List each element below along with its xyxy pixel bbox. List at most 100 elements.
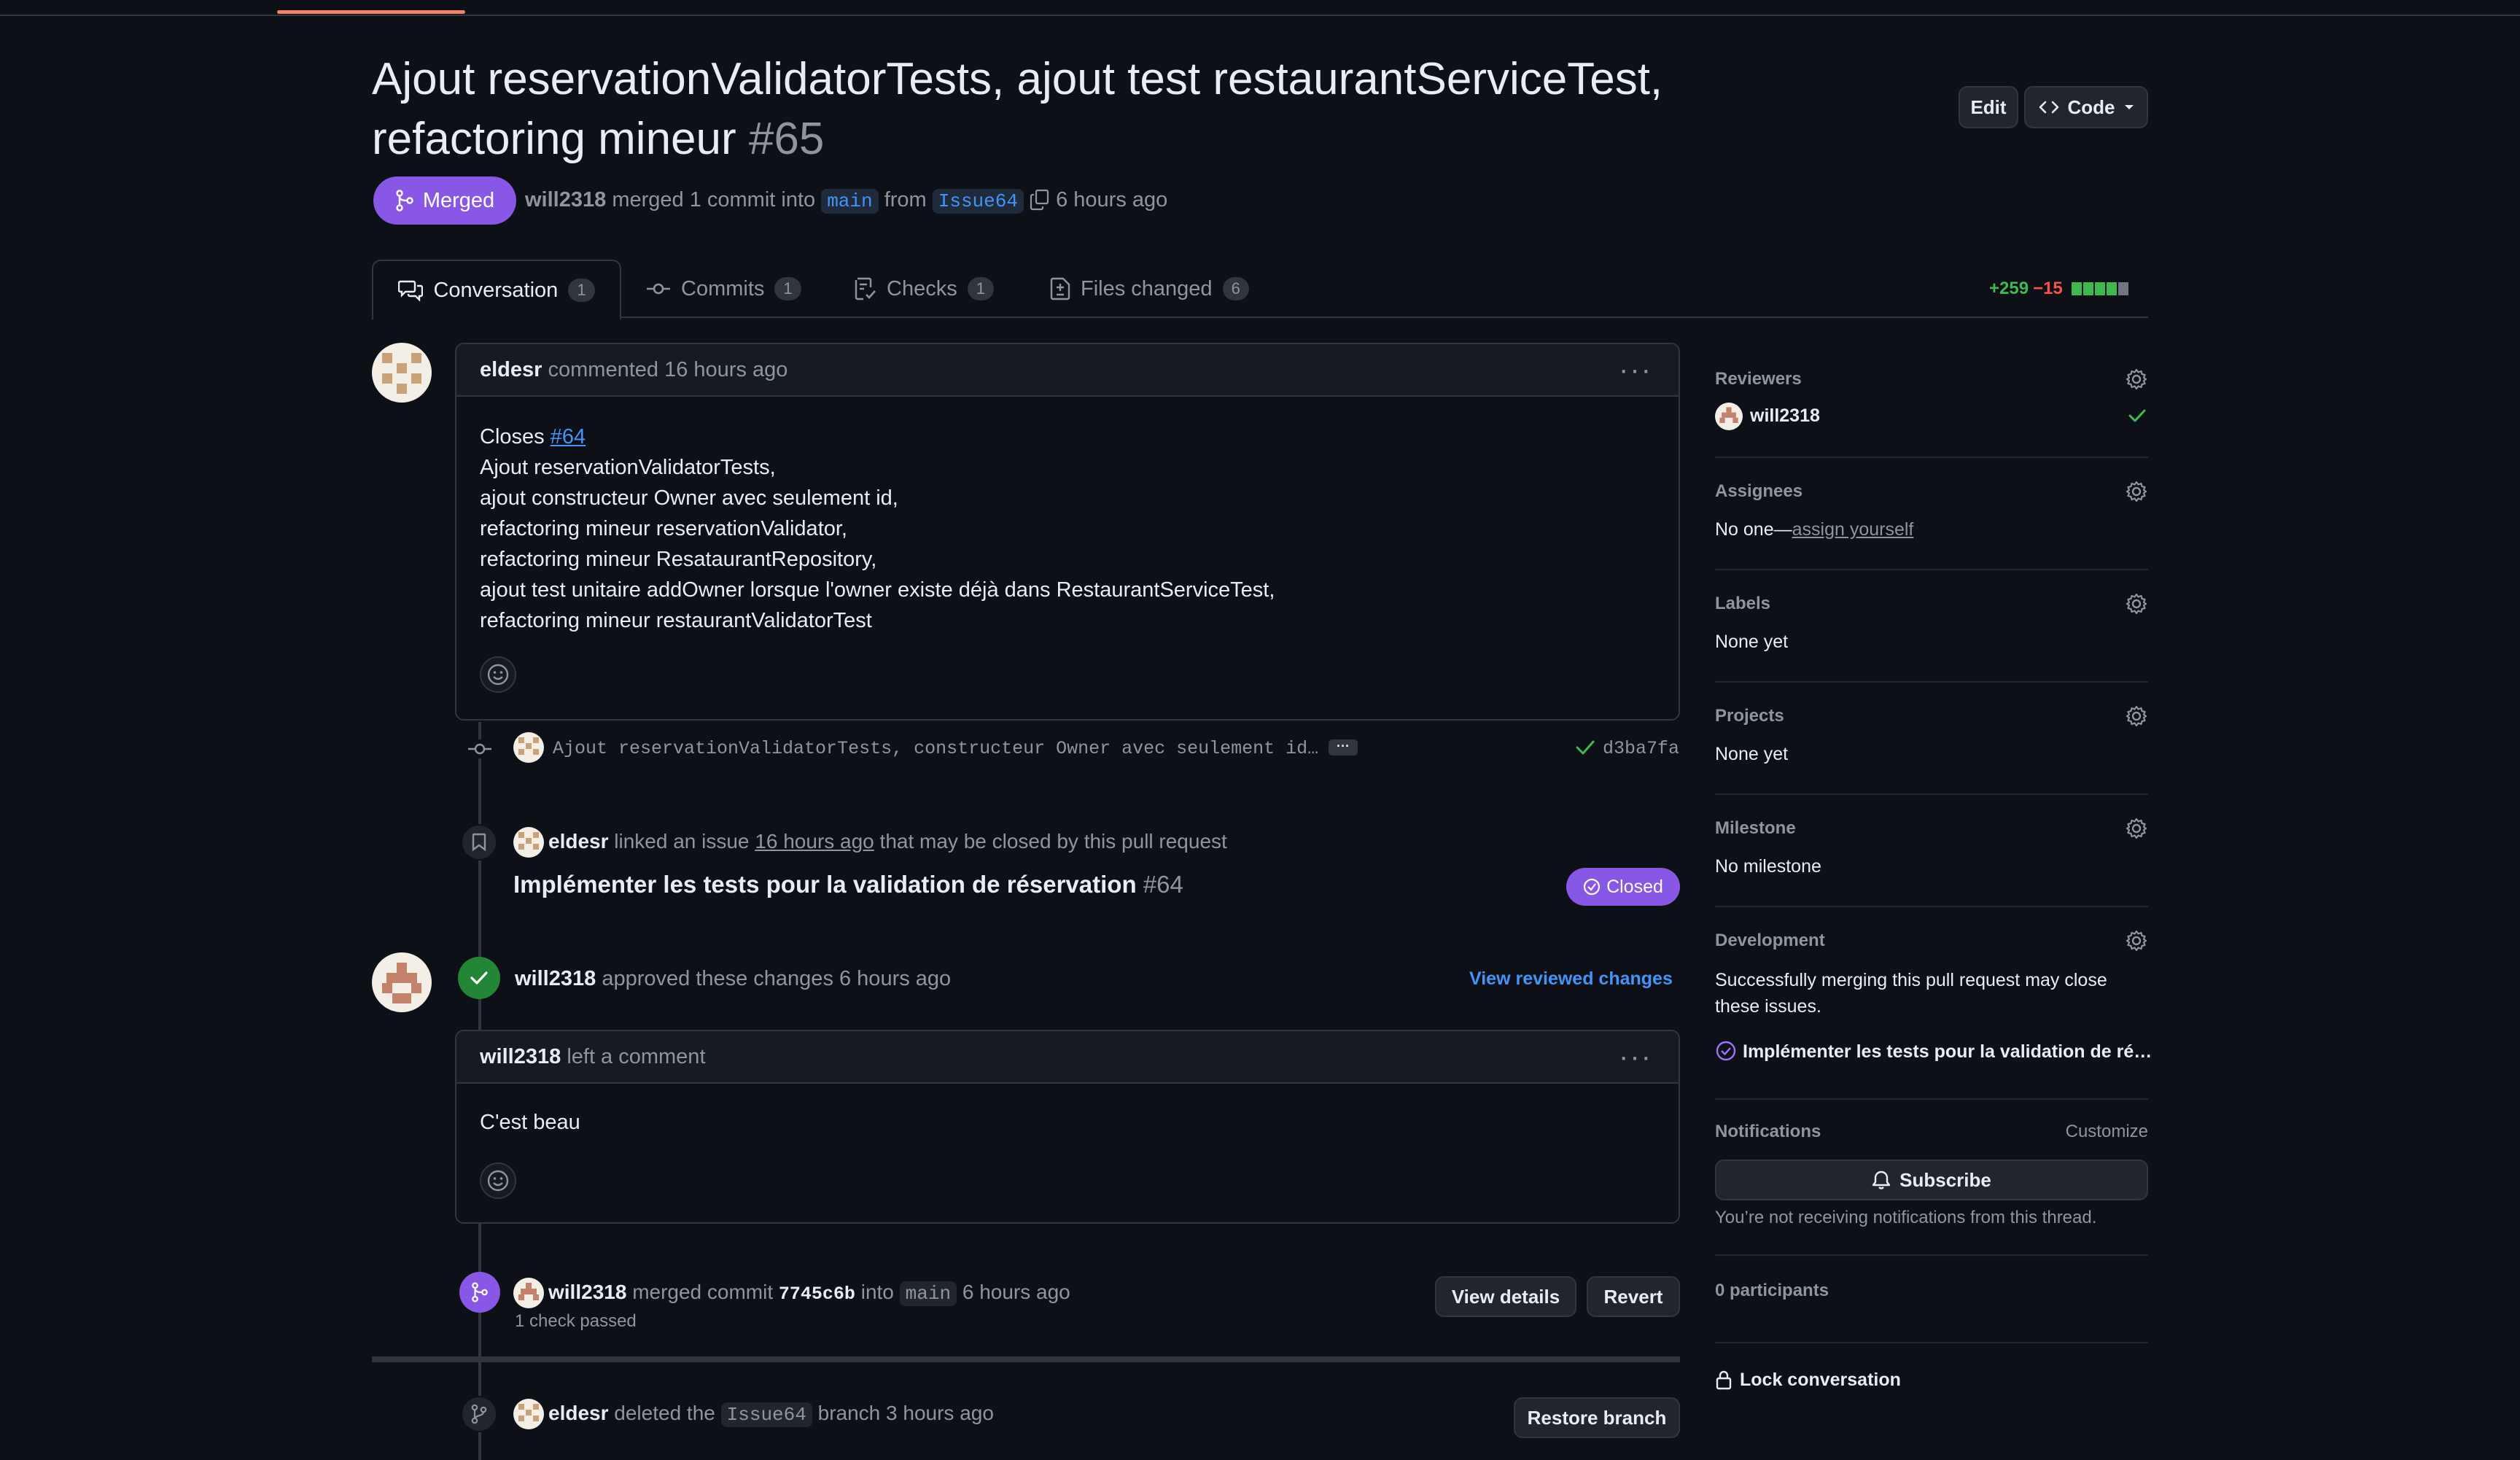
file-diff-icon (1050, 277, 1070, 300)
event-text: that may be closed by this pull request (879, 830, 1227, 853)
merge-branch-label[interactable]: main (899, 1281, 957, 1306)
comment-line: refactoring mineur reservationValidator, (480, 517, 847, 540)
gear-icon[interactable] (2125, 929, 2148, 952)
code-button[interactable]: Code (2024, 86, 2148, 128)
author-link[interactable]: will2318 (525, 188, 606, 211)
linked-issue-title[interactable]: Implémenter les tests pour la validation… (513, 871, 1183, 898)
comment-meta: commented 16 hours ago (548, 357, 788, 381)
timeline-badge (461, 1396, 497, 1432)
merge-commit-sha[interactable]: 7745c6b (779, 1284, 855, 1305)
add-reaction-button[interactable] (480, 1162, 516, 1199)
closed-status-badge: Closed (1566, 868, 1680, 906)
copy-icon[interactable] (1030, 189, 1050, 211)
event-text: branch 3 hours ago (817, 1402, 994, 1424)
add-reaction-button[interactable] (480, 656, 516, 693)
comment-author[interactable]: eldesr (480, 358, 542, 382)
avatar[interactable] (513, 827, 544, 858)
labels-value: None yet (1715, 632, 1789, 652)
tab-commits[interactable]: Commits 1 (646, 260, 801, 318)
head-branch-label[interactable]: Issue64 (932, 189, 1024, 214)
lock-conversation-link[interactable]: Lock conversation (1715, 1365, 2148, 1394)
subscribe-button[interactable]: Subscribe (1715, 1160, 2148, 1200)
review-text: approved these changes 6 hours ago (602, 967, 952, 990)
tab-files-changed[interactable]: Files changed 6 (1050, 260, 1249, 318)
reviewer-name[interactable]: will2318 (1750, 405, 1820, 427)
pr-description-comment: eldesr commented 16 hours ago ··· Closes… (455, 343, 1680, 721)
gear-icon[interactable] (2125, 704, 2148, 728)
linked-issue-event: eldesr linked an issue 16 hours ago that… (548, 830, 1227, 853)
event-author[interactable]: eldesr (548, 1402, 609, 1424)
edit-button[interactable]: Edit (1959, 86, 2018, 128)
revert-button[interactable]: Revert (1587, 1276, 1680, 1317)
merge-summary-text: merged 1 commit into (612, 188, 816, 211)
issue-link[interactable]: #64 (551, 425, 586, 449)
tabs-divider (372, 317, 2148, 318)
issue-number: #64 (1143, 871, 1183, 898)
timeline-separator (372, 1356, 1680, 1362)
diffstat[interactable]: +259 −15 (1989, 279, 2128, 299)
delete-branch-event: eldesr deleted the Issue64 branch 3 hour… (548, 1402, 994, 1427)
sidebar-reviewers: Reviewers will2318 (1715, 365, 2148, 430)
sidebar-notifications-label: Notifications (1715, 1122, 1821, 1141)
checks-status-link[interactable]: 1 check passed (515, 1311, 637, 1332)
comment-header: will2318 left a comment ··· (456, 1031, 1679, 1084)
tab-checks[interactable]: Checks 1 (855, 260, 994, 318)
comment-line: ajout constructeur Owner avec seulement … (480, 486, 898, 510)
development-issue-link[interactable]: Implémenter les tests pour la validation… (1743, 1041, 2152, 1063)
pr-number: #65 (748, 114, 825, 164)
tab-checks-label: Checks (887, 276, 957, 300)
gear-icon[interactable] (2125, 368, 2148, 391)
check-icon[interactable] (1575, 738, 1595, 757)
event-time-link[interactable]: 16 hours ago (755, 830, 874, 853)
check-icon (470, 971, 488, 985)
sidebar-divider (1715, 1098, 2148, 1100)
tab-conversation[interactable]: Conversation 1 (372, 260, 621, 319)
git-merge-icon (396, 190, 413, 211)
avatar[interactable] (1715, 403, 1743, 430)
comment-line: ajout test unitaire addOwner lorsque l'o… (480, 578, 1275, 602)
caret-down-icon (2124, 105, 2134, 109)
avatar[interactable] (372, 343, 432, 403)
sidebar-assignees-label: Assignees (1715, 481, 1803, 501)
checklist-icon (855, 277, 876, 300)
merged-status-label: Merged (422, 188, 495, 212)
base-branch-label[interactable]: main (821, 189, 879, 214)
view-reviewed-changes-link[interactable]: View reviewed changes (1469, 968, 1673, 990)
comment-author[interactable]: will2318 (480, 1045, 561, 1069)
sidebar-labels-label: Labels (1715, 594, 1771, 613)
review-author[interactable]: will2318 (515, 967, 596, 990)
avatar[interactable] (513, 732, 544, 763)
edit-button-label: Edit (1970, 96, 2007, 118)
gear-icon[interactable] (2125, 480, 2148, 503)
tab-conversation-label: Conversation (433, 278, 559, 302)
page-title: Ajout reservationValidatorTests, ajout t… (372, 50, 1889, 169)
assign-yourself-link[interactable]: assign yourself (1792, 519, 1914, 540)
issue-title[interactable]: Implémenter les tests pour la validation… (513, 871, 1137, 898)
sidebar-divider (1715, 457, 2148, 458)
avatar[interactable] (513, 1278, 544, 1308)
issue-closed-icon (1583, 878, 1601, 896)
event-author[interactable]: will2318 (548, 1281, 626, 1303)
event-author[interactable]: eldesr (548, 830, 609, 853)
avatar[interactable] (372, 952, 432, 1012)
sidebar-projects: Projects None yet (1715, 704, 2148, 764)
customize-link[interactable]: Customize (2066, 1122, 2148, 1142)
kebab-menu-icon[interactable]: ··· (1619, 1041, 1652, 1073)
event-text: linked an issue (614, 830, 750, 853)
sidebar-divider (1715, 569, 2148, 570)
review-comment: will2318 left a comment ··· C'est beau (455, 1030, 1680, 1224)
pr-title: Ajout reservationValidatorTests, ajout t… (372, 54, 1663, 164)
view-details-button[interactable]: View details (1435, 1276, 1576, 1317)
restore-branch-button[interactable]: Restore branch (1514, 1397, 1680, 1438)
event-text: deleted the (614, 1402, 715, 1424)
sidebar-projects-label: Projects (1715, 706, 1784, 726)
code-button-label: Code (2067, 96, 2115, 118)
gear-icon[interactable] (2125, 817, 2148, 840)
gear-icon[interactable] (2125, 592, 2148, 616)
kebab-menu-icon[interactable]: ··· (1619, 354, 1652, 387)
diffstat-bar (2070, 282, 2128, 295)
commit-message-link[interactable]: Ajout reservationValidatorTests, constru… (553, 738, 1318, 759)
commit-sha-link[interactable]: d3ba7fa (1603, 738, 1679, 759)
avatar[interactable] (513, 1399, 544, 1429)
commit-expand-button[interactable]: ··· (1329, 739, 1358, 756)
